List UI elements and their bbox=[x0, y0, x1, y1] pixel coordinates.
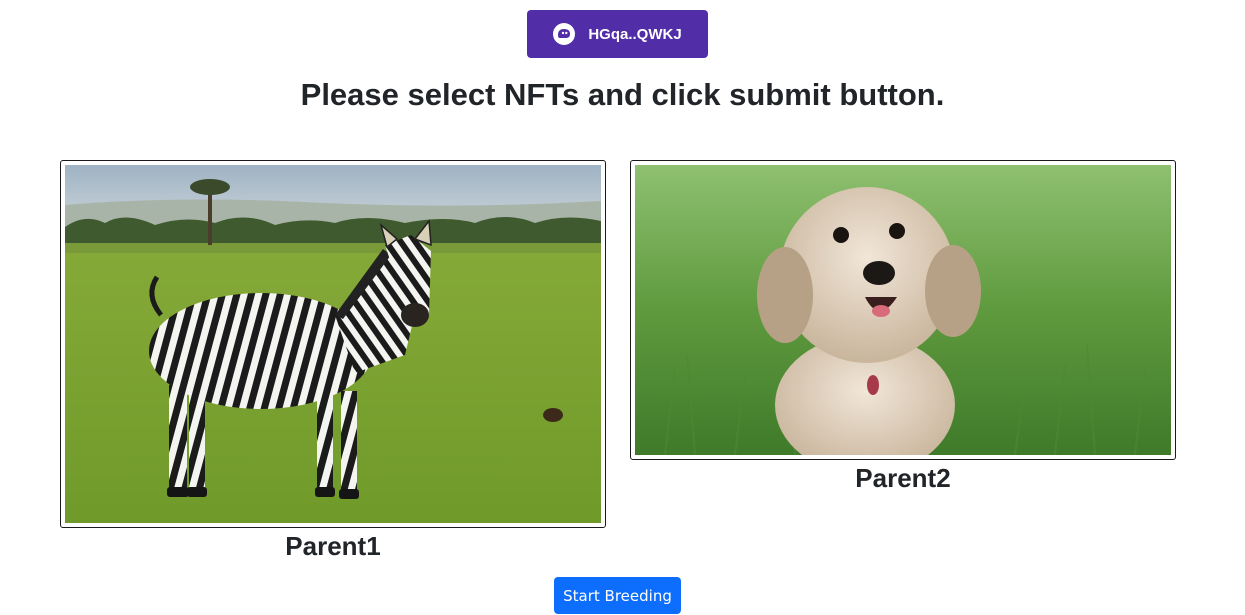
page-title: Please select NFTs and click submit butt… bbox=[300, 77, 945, 112]
nft-card-parent1[interactable] bbox=[60, 160, 606, 528]
wallet-connect-button[interactable]: HGqa..QWKJ bbox=[527, 10, 708, 58]
start-breeding-button[interactable]: Start Breeding bbox=[554, 577, 681, 614]
nft-label-parent2: Parent2 bbox=[855, 463, 951, 493]
wallet-address: HGqa..QWKJ bbox=[588, 25, 682, 43]
phantom-ghost-icon bbox=[553, 23, 576, 45]
nft-label-parent1: Parent1 bbox=[285, 531, 381, 561]
dog-image bbox=[635, 165, 1171, 455]
nft-card-parent2[interactable] bbox=[630, 160, 1176, 460]
zebra-image bbox=[65, 165, 601, 523]
